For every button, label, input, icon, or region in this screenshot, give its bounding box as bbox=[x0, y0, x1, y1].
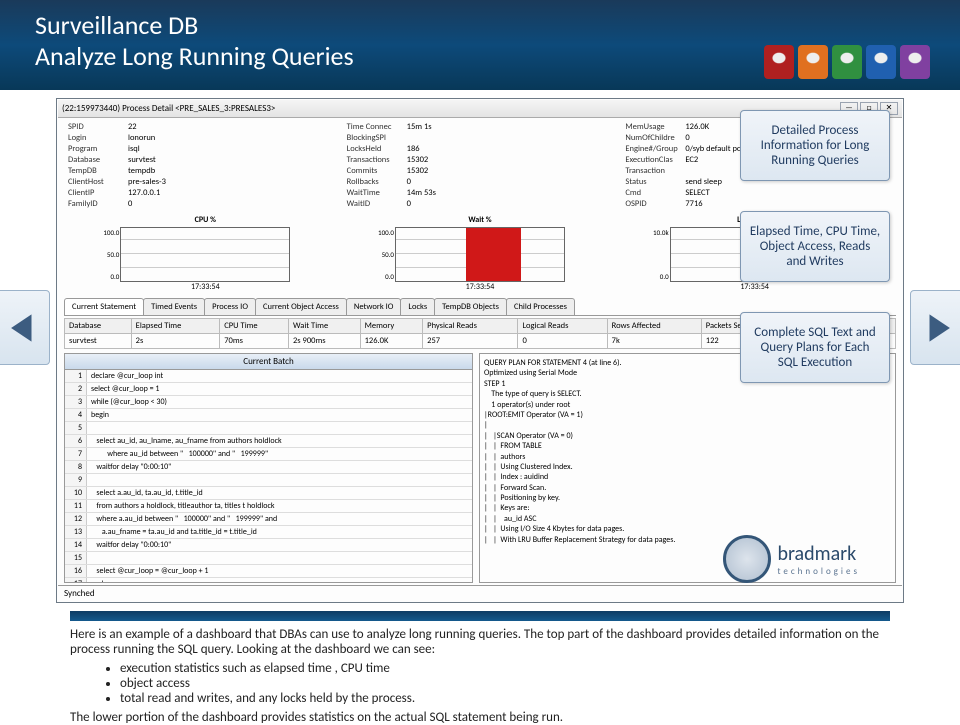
db-icon bbox=[900, 45, 930, 79]
tab-timed-events[interactable]: Timed Events bbox=[143, 298, 205, 315]
batch-line[interactable]: 14 waitfor delay "0:00:10" bbox=[65, 539, 472, 552]
batch-line[interactable]: 1declare @cur_loop int bbox=[65, 370, 472, 383]
status-bar: Synched bbox=[58, 585, 902, 601]
callout-box: Elapsed Time, CPU Time, Object Access, R… bbox=[740, 211, 890, 282]
batch-line[interactable]: 17end bbox=[65, 578, 472, 582]
cpu-chart: CPU % 100.050.00.0 17:33:54 bbox=[120, 215, 290, 292]
window-title-text: (22:159973440) Process Detail <PRE_SALES… bbox=[62, 103, 275, 114]
prev-slide-button[interactable] bbox=[0, 290, 50, 365]
divider bbox=[70, 611, 890, 621]
current-batch-panel: Current Batch 1declare @cur_loop int2sel… bbox=[64, 353, 473, 583]
batch-line[interactable]: 3while (@cur_loop < 30) bbox=[65, 396, 472, 409]
db-icon-row bbox=[764, 45, 930, 79]
db-icon bbox=[832, 45, 862, 79]
tab-process-io[interactable]: Process IO bbox=[204, 298, 256, 315]
caption-text: Here is an example of a dashboard that D… bbox=[70, 627, 890, 725]
batch-line[interactable]: 4begin bbox=[65, 409, 472, 422]
tab-locks[interactable]: Locks bbox=[400, 298, 435, 315]
batch-line[interactable]: 10 select a.au_id, ta.au_id, t.title_id bbox=[65, 487, 472, 500]
next-slide-button[interactable] bbox=[910, 290, 960, 365]
tab-current-statement[interactable]: Current Statement bbox=[64, 298, 144, 315]
brand-logo: bradmarktechnologies bbox=[723, 535, 860, 583]
logo-icon bbox=[723, 535, 771, 583]
batch-line[interactable]: 12 where a.au_id between " 100000" and "… bbox=[65, 513, 472, 526]
batch-line[interactable]: 7 where au_id between " 100000" and " 19… bbox=[65, 448, 472, 461]
batch-line[interactable]: 2select @cur_loop = 1 bbox=[65, 383, 472, 396]
tab-network-io[interactable]: Network IO bbox=[346, 298, 402, 315]
tab-current-object-access[interactable]: Current Object Access bbox=[255, 298, 347, 315]
db-icon bbox=[866, 45, 896, 79]
batch-line[interactable]: 16 select @cur_loop = @cur_loop + 1 bbox=[65, 565, 472, 578]
batch-title: Current Batch bbox=[65, 354, 472, 370]
batch-line[interactable]: 5 bbox=[65, 422, 472, 435]
batch-line[interactable]: 9 bbox=[65, 474, 472, 487]
tab-tempdb-objects[interactable]: TempDB Objects bbox=[434, 298, 507, 315]
callout-box: Complete SQL Text and Query Plans for Ea… bbox=[740, 312, 890, 383]
tab-child-processes[interactable]: Child Processes bbox=[506, 298, 575, 315]
batch-line[interactable]: 6 select au_id, au_lname, au_fname from … bbox=[65, 435, 472, 448]
batch-line[interactable]: 11 from authors a holdlock, titleauthor … bbox=[65, 500, 472, 513]
batch-line[interactable]: 15 bbox=[65, 552, 472, 565]
db-icon bbox=[798, 45, 828, 79]
db-icon bbox=[764, 45, 794, 79]
batch-line[interactable]: 13 a.au_fname = ta.au_id and ta.title_id… bbox=[65, 526, 472, 539]
wait-chart: Wait % 100.050.00.0 17:33:54 bbox=[395, 215, 565, 292]
slide-header: Surveillance DB Analyze Long Running Que… bbox=[0, 0, 960, 90]
callout-box: Detailed Process Information for Long Ru… bbox=[740, 110, 890, 181]
callout-column: Detailed Process Information for Long Ru… bbox=[740, 110, 890, 383]
batch-line[interactable]: 8 waitfor delay "0:00:10" bbox=[65, 461, 472, 474]
